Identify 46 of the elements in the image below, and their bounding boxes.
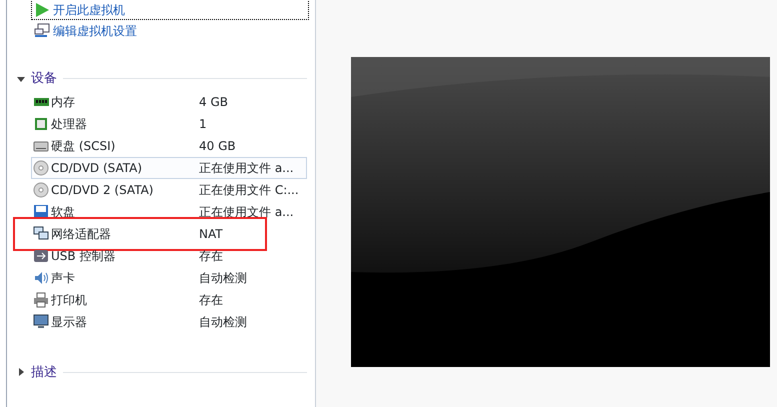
device-name: 网络适配器 xyxy=(50,226,112,242)
device-name: CD/DVD (SATA) xyxy=(50,160,144,176)
device-value: 正在使用文件 C:... xyxy=(199,182,299,198)
device-row[interactable]: 硬盘 (SCSI) 40 GB xyxy=(31,134,307,156)
expand-arrow-icon[interactable] xyxy=(17,368,25,376)
device-row[interactable]: 处理器 1 xyxy=(31,112,307,134)
device-value: 自动检测 xyxy=(199,314,247,330)
device-row[interactable]: USB 控制器 存在 xyxy=(31,244,307,266)
device-value: 自动检测 xyxy=(199,270,247,286)
device-row[interactable]: CD/DVD (SATA) 正在使用文件 a... xyxy=(31,156,307,178)
device-name: USB 控制器 xyxy=(50,248,116,264)
device-value: 4 GB xyxy=(199,94,228,110)
device-name: 处理器 xyxy=(50,116,88,132)
device-name: 显示器 xyxy=(50,314,88,330)
device-value: 1 xyxy=(199,116,207,132)
speaker-icon xyxy=(33,270,49,286)
device-value: NAT xyxy=(199,226,223,242)
device-value: 存在 xyxy=(199,292,223,308)
disc-icon xyxy=(33,160,49,176)
device-value: 40 GB xyxy=(199,138,236,154)
printer-icon xyxy=(33,292,49,308)
section-heading[interactable]: 设备 xyxy=(31,69,57,88)
network-icon xyxy=(33,226,49,242)
action-link[interactable]: 开启此虚拟机 xyxy=(31,0,309,20)
device-row[interactable]: 打印机 存在 xyxy=(31,288,307,310)
section-heading[interactable]: 描述 xyxy=(31,362,57,382)
collapse-arrow-icon[interactable] xyxy=(17,74,25,83)
processor-icon xyxy=(33,116,49,132)
floppy-icon xyxy=(33,204,49,220)
disc-icon xyxy=(33,182,49,198)
device-row[interactable]: 显示器 自动检测 xyxy=(31,310,307,332)
usb-icon xyxy=(33,248,49,264)
device-row[interactable]: 声卡 自动检测 xyxy=(31,266,307,288)
device-name: 打印机 xyxy=(50,292,88,308)
device-name: 内存 xyxy=(50,94,76,110)
action-link[interactable]: 编辑虚拟机设置 xyxy=(31,20,309,41)
device-name: 声卡 xyxy=(50,270,76,286)
device-name: CD/DVD 2 (SATA) xyxy=(50,182,154,198)
device-value: 正在使用文件 a... xyxy=(199,160,294,176)
play-icon xyxy=(34,2,50,18)
monitor-icon xyxy=(33,314,49,330)
device-row[interactable]: 网络适配器 NAT xyxy=(31,222,307,244)
device-row[interactable]: 内存 4 GB xyxy=(31,90,307,112)
device-name: 硬盘 (SCSI) xyxy=(50,138,116,154)
device-row[interactable]: CD/DVD 2 (SATA) 正在使用文件 C:... xyxy=(31,178,307,200)
device-value: 存在 xyxy=(199,248,223,264)
